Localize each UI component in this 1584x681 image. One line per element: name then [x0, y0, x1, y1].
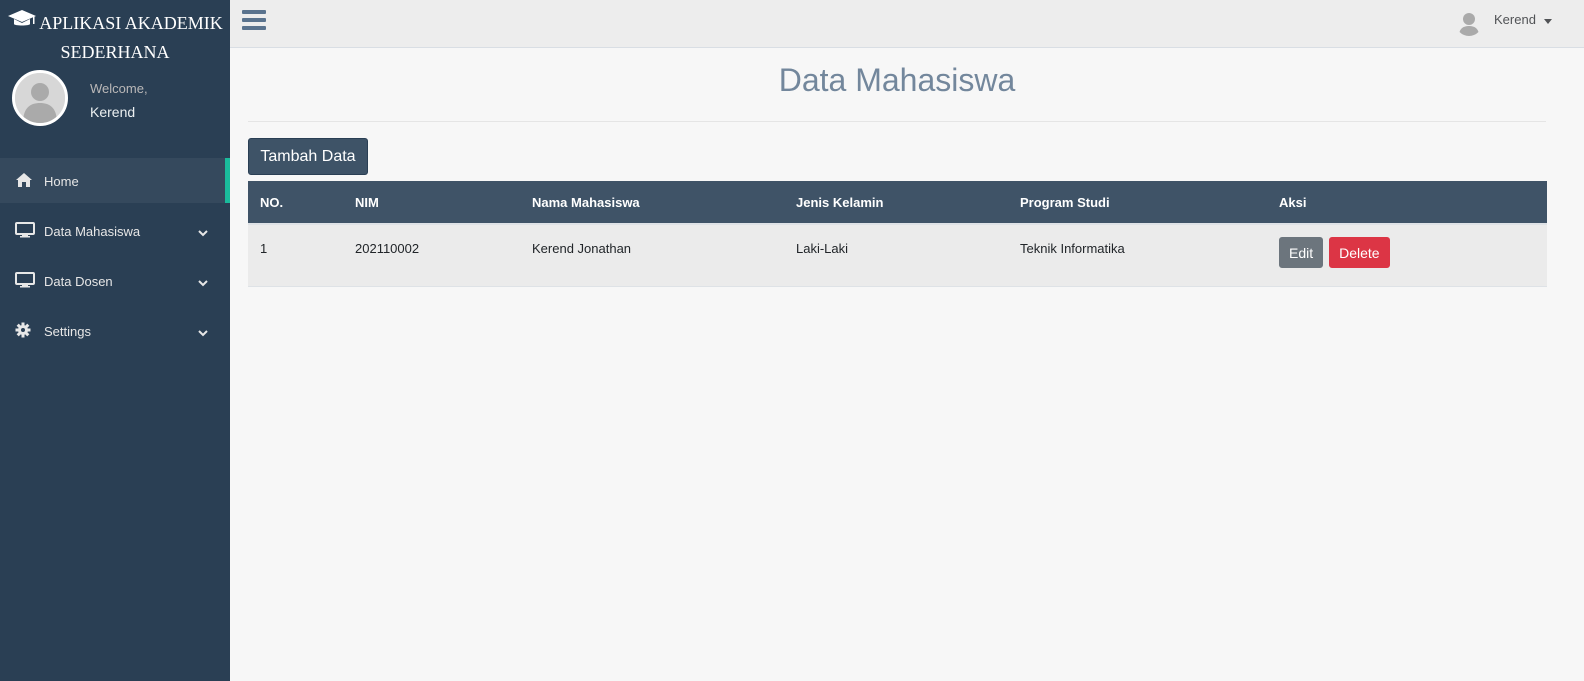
- sidebar-item-label: Data Mahasiswa: [44, 224, 141, 239]
- chevron-down-icon: [197, 276, 209, 287]
- table-header-row: NO. NIM Nama Mahasiswa Jenis Kelamin Pro…: [248, 181, 1547, 225]
- user-avatar: [12, 70, 68, 126]
- sidebar-item-label: Data Dosen: [44, 274, 113, 289]
- chevron-down-icon: [197, 226, 209, 237]
- page-title: Data Mahasiswa: [778, 62, 1016, 98]
- sidebar-item-label: Home: [44, 174, 79, 189]
- add-data-button[interactable]: Tambah Data: [248, 138, 368, 175]
- students-table: NO. NIM Nama Mahasiswa Jenis Kelamin Pro…: [248, 181, 1547, 287]
- top-navbar: Kerend: [230, 0, 1584, 48]
- chevron-down-icon: [197, 326, 209, 337]
- edit-button[interactable]: Edit: [1279, 237, 1324, 268]
- column-header: NIM: [343, 181, 520, 225]
- desktop-icon: [15, 272, 35, 288]
- sidebar: APLIKASI AKADEMIK SEDERHANA Welcome, Ker…: [0, 0, 230, 681]
- welcome-text: Welcome,: [90, 81, 148, 96]
- column-header: Program Studi: [1008, 181, 1267, 225]
- gear-icon: [15, 322, 35, 338]
- sidebar-menu: Home Data Mahasiswa Data Dosen Settings: [0, 158, 230, 358]
- column-header: Jenis Kelamin: [784, 181, 1008, 225]
- cell-nama: Kerend Jonathan: [520, 224, 784, 287]
- cell-no: 1: [248, 224, 343, 287]
- column-header: NO.: [248, 181, 343, 225]
- user-dropdown[interactable]: Kerend: [1456, 8, 1556, 38]
- cell-program-studi: Teknik Informatika: [1008, 224, 1267, 287]
- desktop-icon: [15, 222, 35, 238]
- cell-aksi: Edit Delete: [1267, 224, 1547, 287]
- column-header: Aksi: [1267, 181, 1547, 225]
- sidebar-item-settings[interactable]: Settings: [0, 308, 230, 353]
- profile-block: Welcome, Kerend: [12, 70, 222, 126]
- caret-down-icon: [1544, 19, 1552, 24]
- user-name: Kerend: [1494, 12, 1536, 27]
- sidebar-item-label: Settings: [44, 324, 91, 339]
- table-row: 1 202110002 Kerend Jonathan Laki-Laki Te…: [248, 224, 1547, 287]
- profile-username: Kerend: [90, 104, 136, 120]
- menu-toggle-icon[interactable]: [242, 10, 266, 32]
- sidebar-item-data-dosen[interactable]: Data Dosen: [0, 258, 230, 303]
- cell-jenis-kelamin: Laki-Laki: [784, 224, 1008, 287]
- sidebar-item-data-mahasiswa[interactable]: Data Mahasiswa: [0, 208, 230, 253]
- cell-nim: 202110002: [343, 224, 520, 287]
- graduation-cap-icon: [7, 9, 37, 37]
- app-title-line2: SEDERHANA: [60, 41, 170, 62]
- app-title[interactable]: APLIKASI AKADEMIK SEDERHANA: [0, 9, 230, 66]
- app-title-line1: APLIKASI AKADEMIK: [39, 13, 223, 33]
- home-icon: [15, 172, 35, 188]
- sidebar-item-home[interactable]: Home: [0, 158, 230, 203]
- column-header: Nama Mahasiswa: [520, 181, 784, 225]
- divider: [248, 121, 1546, 122]
- user-avatar-small: [1456, 10, 1482, 36]
- delete-button[interactable]: Delete: [1329, 237, 1390, 268]
